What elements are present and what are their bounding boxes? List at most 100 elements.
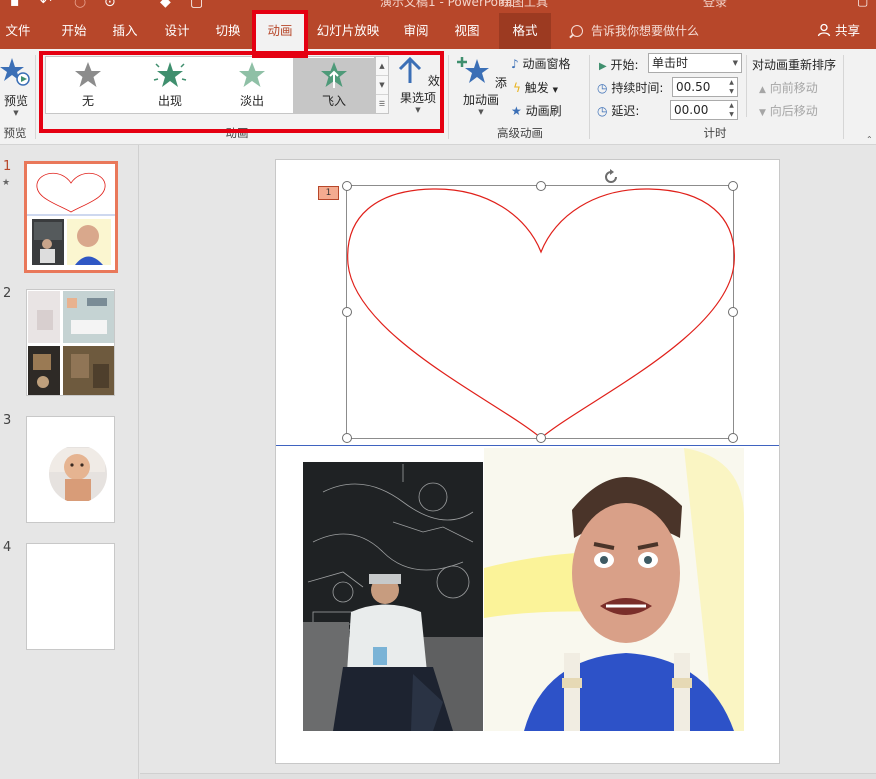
animation-painter-button[interactable]: ★ 动画刷 bbox=[511, 102, 562, 119]
animation-pane-label: 动画窗格 bbox=[522, 57, 571, 71]
resize-handle-top-left[interactable] bbox=[342, 181, 352, 191]
group-divider bbox=[35, 55, 36, 139]
slide-thumbnail-4[interactable] bbox=[26, 543, 115, 650]
group-divider bbox=[589, 55, 590, 139]
add-animation-button[interactable]: 添加动画 ▼ bbox=[455, 55, 507, 116]
title-and-tab-bar: ▪ ↶ ○ ⊙ ◆ ▢ 演示文稿1 - PowerPoint 绘图工具 登录 ▢… bbox=[0, 0, 876, 49]
search-icon bbox=[571, 25, 583, 37]
tab-review[interactable]: 审阅 bbox=[394, 13, 438, 49]
tab-file[interactable]: 文件 bbox=[0, 13, 36, 49]
share-label: 共享 bbox=[835, 23, 861, 38]
slide-thumbnail-3[interactable] bbox=[26, 416, 115, 523]
undo-icon[interactable]: ↶ bbox=[40, 0, 52, 10]
slide-number: 2 bbox=[3, 286, 12, 301]
current-slide[interactable]: 1 bbox=[276, 160, 779, 763]
collapse-ribbon-icon[interactable]: ⌃ bbox=[866, 135, 873, 144]
photo-grimacing-man[interactable] bbox=[484, 448, 744, 731]
duration-value: 00.50 bbox=[676, 80, 711, 94]
resize-handle-left[interactable] bbox=[342, 307, 352, 317]
chevron-down-icon: ▼ bbox=[13, 109, 19, 117]
heart-shape-selection[interactable] bbox=[342, 169, 738, 443]
tell-me-search[interactable]: 告诉我你想要做什么 bbox=[571, 13, 699, 49]
slide-thumbnail-2[interactable] bbox=[26, 289, 115, 396]
group-divider bbox=[448, 55, 449, 139]
duration-label: 持续时间: bbox=[611, 81, 664, 95]
quick-access-more-icon[interactable]: ▢ bbox=[190, 0, 203, 10]
chevron-down-icon: ▼ bbox=[478, 108, 484, 116]
start-select-value: 单击时 bbox=[652, 56, 689, 70]
move-earlier-label: 向前移动 bbox=[769, 81, 818, 95]
triangle-up-icon: ▲ bbox=[759, 85, 766, 95]
tell-me-text: 告诉我你想要做什么 bbox=[591, 24, 700, 38]
group-label-preview: 预览 bbox=[3, 126, 27, 140]
chevron-down-icon: ▼ bbox=[732, 59, 738, 67]
save-icon[interactable]: ▪ bbox=[10, 0, 20, 10]
slide-editing-area: 1 bbox=[140, 145, 876, 779]
delay-value: 00.00 bbox=[674, 103, 709, 117]
thumb-heart bbox=[27, 172, 115, 265]
start-label: 开始: bbox=[610, 58, 639, 72]
trigger-label: 触发 bbox=[524, 81, 549, 95]
tab-slide-show[interactable]: 幻灯片放映 bbox=[310, 13, 386, 49]
heart-shape[interactable] bbox=[347, 186, 735, 440]
thumb-photo-collage bbox=[28, 291, 114, 395]
duration-input[interactable]: 00.50 ▲ ▼ bbox=[672, 77, 738, 97]
move-earlier-button[interactable]: ▲ 向前移动 bbox=[759, 79, 818, 96]
animation-pane-button[interactable]: ♪ 动画窗格 bbox=[511, 55, 571, 72]
slide-number: 3 bbox=[3, 413, 12, 428]
photo-man-on-couch[interactable] bbox=[303, 462, 483, 731]
start-select[interactable]: 单击时 ▼ bbox=[648, 53, 742, 73]
clock-icon: ◷ bbox=[597, 81, 608, 95]
tab-design[interactable]: 设计 bbox=[156, 13, 198, 49]
slide-number: 4 bbox=[3, 540, 12, 555]
share-button[interactable]: 共享 bbox=[817, 13, 860, 49]
tab-transitions[interactable]: 切换 bbox=[208, 13, 248, 49]
preview-label: 预览 bbox=[3, 94, 28, 108]
restore-window-icon[interactable]: ▢ bbox=[857, 0, 868, 8]
horizontal-scrollbar[interactable] bbox=[140, 773, 876, 779]
preview-star-icon bbox=[0, 58, 30, 86]
animation-order-badge[interactable]: 1 bbox=[318, 186, 339, 200]
rotate-handle-icon[interactable] bbox=[602, 168, 620, 186]
tab-insert[interactable]: 插入 bbox=[104, 13, 146, 49]
login-link[interactable]: 登录 bbox=[703, 0, 727, 10]
reorder-title: 对动画重新排序 bbox=[752, 58, 837, 72]
delay-input[interactable]: 00.00 ▲ ▼ bbox=[670, 100, 738, 120]
move-later-label: 向后移动 bbox=[769, 104, 818, 118]
resize-handle-bottom[interactable] bbox=[536, 433, 546, 443]
slide-thumbnail-1[interactable] bbox=[24, 161, 118, 273]
resize-handle-top-right[interactable] bbox=[728, 181, 738, 191]
divider-line[interactable] bbox=[276, 445, 779, 446]
duration-label-row: ◷ 持续时间: bbox=[597, 79, 663, 96]
group-label-timing: 计时 bbox=[703, 126, 727, 140]
person-icon bbox=[817, 23, 831, 37]
resize-handle-right[interactable] bbox=[728, 307, 738, 317]
move-later-button[interactable]: ▼ 向后移动 bbox=[759, 102, 818, 119]
title-strip: ▪ ↶ ○ ⊙ ◆ ▢ 演示文稿1 - PowerPoint 绘图工具 登录 ▢ bbox=[0, 0, 876, 10]
tab-format[interactable]: 格式 bbox=[499, 13, 551, 49]
slide-number: 1 bbox=[3, 159, 12, 174]
start-label-row: ▶ 开始: bbox=[599, 56, 639, 73]
preview-button[interactable]: 预览 ▼ bbox=[0, 55, 32, 117]
resize-handle-bottom-left[interactable] bbox=[342, 433, 352, 443]
animation-indicator-icon: ★ bbox=[2, 178, 11, 188]
add-animation-icon bbox=[457, 57, 490, 83]
delay-label: 延迟: bbox=[611, 104, 640, 118]
group-divider bbox=[746, 55, 747, 117]
delay-spinner[interactable]: ▲ ▼ bbox=[727, 101, 736, 119]
start-from-beginning-icon[interactable]: ⊙ bbox=[104, 0, 116, 10]
resize-handle-top[interactable] bbox=[536, 181, 546, 191]
thumb-baby-photo bbox=[49, 447, 107, 501]
animation-painter-label: 动画刷 bbox=[525, 104, 562, 118]
touch-mode-icon[interactable]: ◆ bbox=[160, 0, 171, 10]
ribbon: 预览 ▼ 预览 无 出现 淡出 飞入 ▲ ▼ ☰ 效果选项 ▼ 动画 添加动画 … bbox=[0, 49, 876, 145]
resize-handle-bottom-right[interactable] bbox=[728, 433, 738, 443]
trigger-button[interactable]: ϟ 触发 ▼ bbox=[513, 79, 558, 96]
lightning-icon: ϟ bbox=[513, 81, 521, 95]
redo-icon[interactable]: ○ bbox=[74, 0, 86, 10]
delay-label-row: ◷ 延迟: bbox=[597, 102, 639, 119]
tab-home[interactable]: 开始 bbox=[54, 13, 94, 49]
group-label-advanced: 高级动画 bbox=[497, 126, 543, 140]
duration-spinner[interactable]: ▲ ▼ bbox=[727, 78, 736, 96]
tab-view[interactable]: 视图 bbox=[446, 13, 488, 49]
